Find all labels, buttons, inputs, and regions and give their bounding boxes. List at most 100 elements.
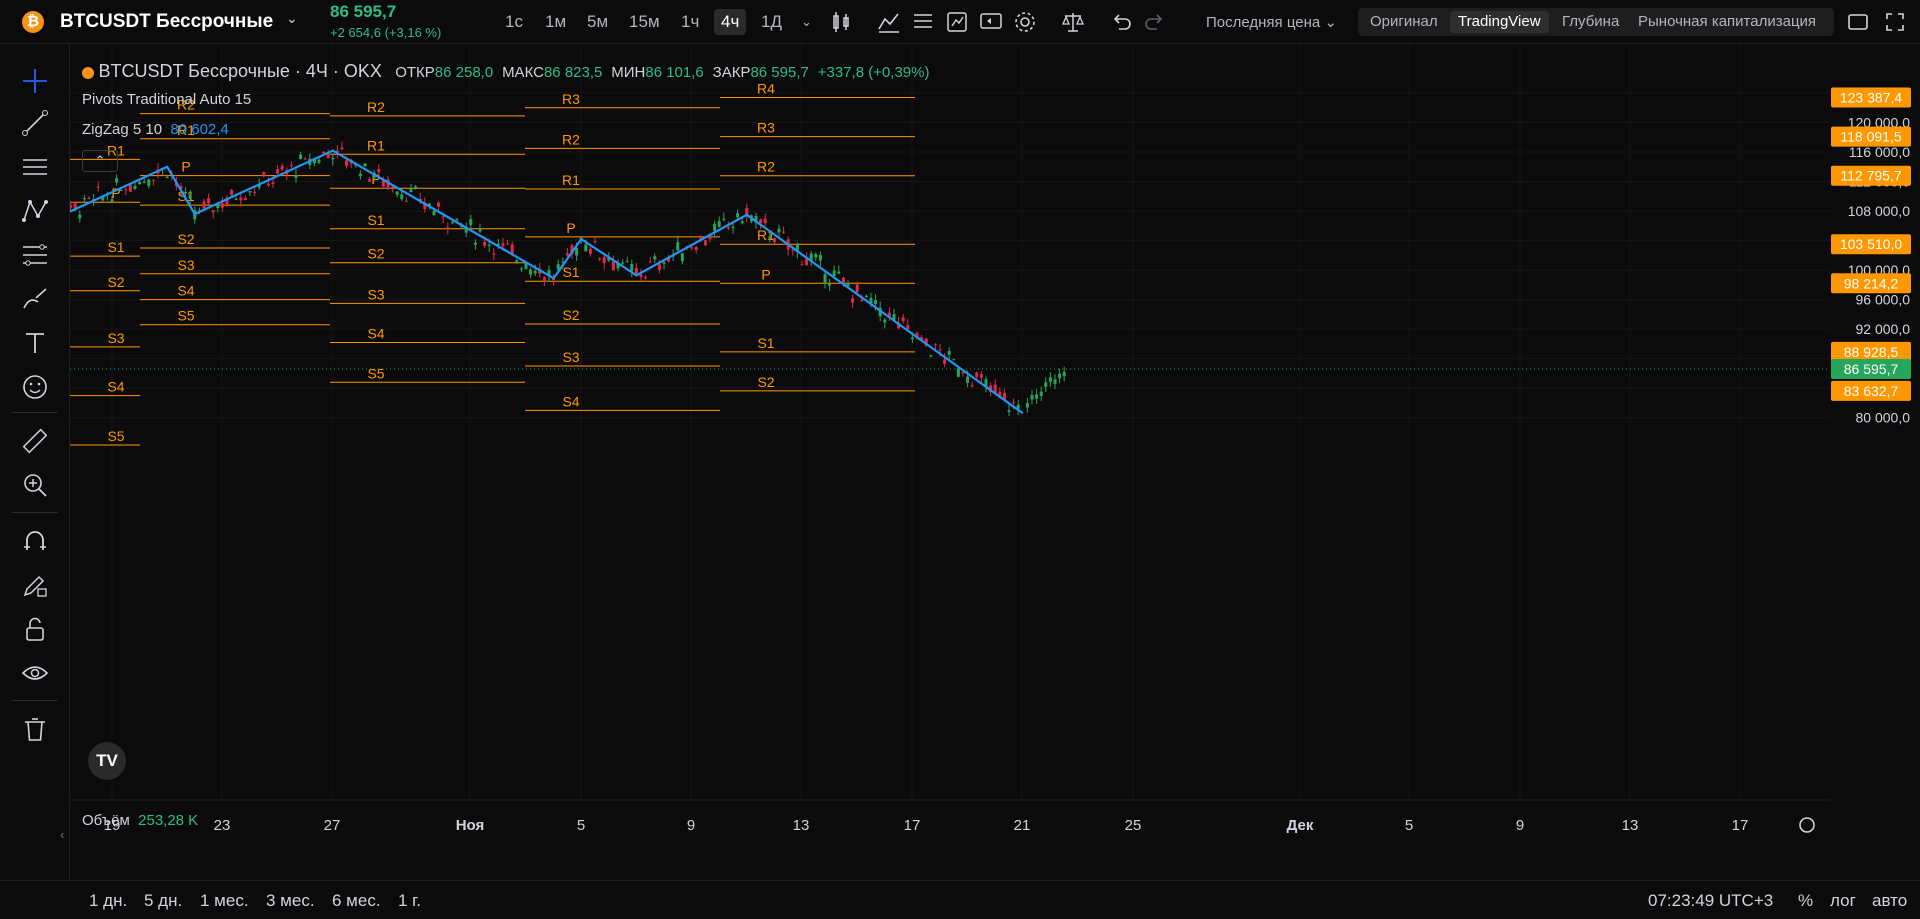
candle-body (690, 247, 694, 249)
candle-body (782, 231, 786, 233)
timeframe-4h[interactable]: 4ч (714, 9, 747, 35)
candle-body (202, 201, 206, 209)
ruler-icon[interactable] (20, 426, 50, 456)
zigzag-line[interactable] (70, 149, 1024, 415)
candle-body (611, 261, 615, 271)
indicator-zigzag[interactable]: ZigZag 5 10 80 602,4 (82, 121, 229, 138)
auto-toggle[interactable]: авто (1872, 891, 1907, 911)
expand-icon[interactable] (1882, 9, 1908, 35)
timeframe-15m[interactable]: 15м (622, 9, 667, 35)
view-original[interactable]: Оригинал (1362, 11, 1446, 33)
eye-icon[interactable] (20, 658, 50, 688)
range-6m[interactable]: 6 мес. (332, 891, 381, 911)
pivot-label-s4: S4 (107, 379, 124, 395)
price-label-text: 112 795,7 (1840, 168, 1901, 184)
settings-gear-icon[interactable] (1012, 9, 1038, 35)
view-market-cap[interactable]: Рыночная капитализация (1630, 11, 1824, 33)
chevron-down-icon[interactable]: ⌄ (286, 10, 298, 27)
chart-canvas[interactable]: PR1S1S2S3S4S5R2R1PS1S2S3S4S5R2R1PS1S2S3S… (70, 44, 1830, 859)
zoom-in-icon[interactable] (20, 470, 50, 500)
candle-body (717, 220, 721, 228)
compare-scales-icon[interactable] (1060, 9, 1086, 35)
range-3m[interactable]: 3 мес. (266, 891, 315, 911)
range-1y[interactable]: 1 г. (398, 891, 421, 911)
range-5d[interactable]: 5 дн. (144, 891, 182, 911)
time-axis-settings-icon[interactable] (1799, 817, 1815, 833)
collapse-legend-button[interactable]: ⌃ (82, 150, 118, 172)
timeframe-5m[interactable]: 5м (580, 9, 615, 35)
candle-body (115, 178, 119, 183)
list-layout-icon[interactable] (910, 9, 936, 35)
pivot-label-p: P (566, 220, 575, 236)
percent-toggle[interactable]: % (1798, 891, 1813, 911)
candle-body (588, 248, 592, 254)
redo-icon[interactable] (1142, 9, 1168, 35)
trend-line-icon[interactable] (20, 108, 50, 138)
candle-body (584, 244, 588, 252)
symbol-name[interactable]: BTCUSDT Бессрочные (60, 11, 273, 33)
trash-icon[interactable] (20, 714, 50, 744)
candle-body (828, 284, 832, 286)
pivot-label-r3: R3 (757, 120, 775, 136)
collapse-toolbar-chevron-icon[interactable]: ‹ (60, 827, 64, 842)
candle-body (943, 359, 947, 364)
price-axis[interactable]: 124 000,0120 000,0116 000,0112 000,0108 … (1830, 44, 1920, 859)
candle-body (565, 253, 569, 256)
indicators-icon[interactable] (876, 9, 902, 35)
magnet-icon[interactable] (20, 526, 50, 556)
candle-body (1035, 394, 1039, 399)
crosshair-icon[interactable] (20, 66, 50, 96)
candle-body (299, 154, 303, 159)
toolbar-divider (12, 412, 58, 413)
timeframe-1m[interactable]: 1м (538, 9, 573, 35)
candle-body (377, 169, 381, 173)
candle-body (837, 271, 841, 274)
log-toggle[interactable]: лог (1830, 891, 1856, 911)
tradingview-logo-icon[interactable]: TV (88, 742, 126, 780)
text-tool-icon[interactable] (20, 328, 50, 358)
horizontal-lines-icon[interactable] (20, 152, 50, 182)
chart-pane[interactable]: P R1 S1 S2 S3 S4 S5 R2 R1 P S1 S2 S3 S4 S5 R2 R1 P S1 S2 S3 S… (70, 44, 1830, 859)
price-label-text: 103 510,0 (1840, 236, 1902, 252)
candle-body (657, 264, 661, 270)
timeframe-1d[interactable]: 1Д (754, 9, 789, 35)
time-axis-label: 17 (904, 817, 921, 834)
candle-body (731, 226, 735, 228)
brush-icon[interactable] (20, 284, 50, 314)
legend-title[interactable]: BTCUSDT Бессрочные · 4Ч · OKX (98, 61, 381, 81)
candle-type-icon[interactable] (828, 9, 854, 35)
indicator-pivots-label[interactable]: Pivots Traditional Auto 15 (82, 91, 251, 108)
undo-icon[interactable] (1108, 9, 1134, 35)
fib-tool-icon[interactable] (20, 240, 50, 270)
time-axis-label: 25 (1125, 817, 1142, 834)
pivot-label-r2: R2 (757, 159, 775, 175)
price-type-select[interactable]: Последняя цена ⌄ (1206, 13, 1337, 31)
candle-body (519, 268, 523, 270)
candle-body (510, 244, 514, 254)
fullscreen-window-icon[interactable] (1845, 9, 1871, 35)
candle-body (271, 182, 275, 184)
emoji-icon[interactable] (20, 372, 50, 402)
range-1d[interactable]: 1 дн. (89, 891, 127, 911)
candle-body (303, 158, 307, 160)
candle-body (276, 169, 280, 174)
utc-clock[interactable]: 07:23:49 UTC+3 (1648, 891, 1773, 911)
timeframe-1s[interactable]: 1с (498, 9, 530, 35)
view-tradingview[interactable]: TradingView (1450, 11, 1549, 33)
candle-body (487, 244, 491, 246)
price-label-text: 118 091,5 (1840, 129, 1901, 145)
pivot-label-s1: S1 (107, 239, 124, 255)
unlock-icon[interactable] (20, 614, 50, 644)
lock-drawing-pencil-icon[interactable] (20, 570, 50, 600)
templates-icon[interactable] (944, 9, 970, 35)
timeframe-1h[interactable]: 1ч (674, 9, 706, 35)
pivot-label-s5: S5 (367, 365, 384, 381)
candle-body (722, 218, 726, 220)
pattern-icon[interactable] (20, 196, 50, 226)
view-depth[interactable]: Глубина (1554, 11, 1627, 33)
timeframe-more-chevron-icon[interactable]: ⌄ (794, 9, 819, 35)
replay-icon[interactable] (978, 9, 1004, 35)
candle-body (1053, 379, 1057, 384)
range-1m[interactable]: 1 мес. (200, 891, 249, 911)
indicator-zigzag-value: 80 602,4 (170, 121, 229, 138)
